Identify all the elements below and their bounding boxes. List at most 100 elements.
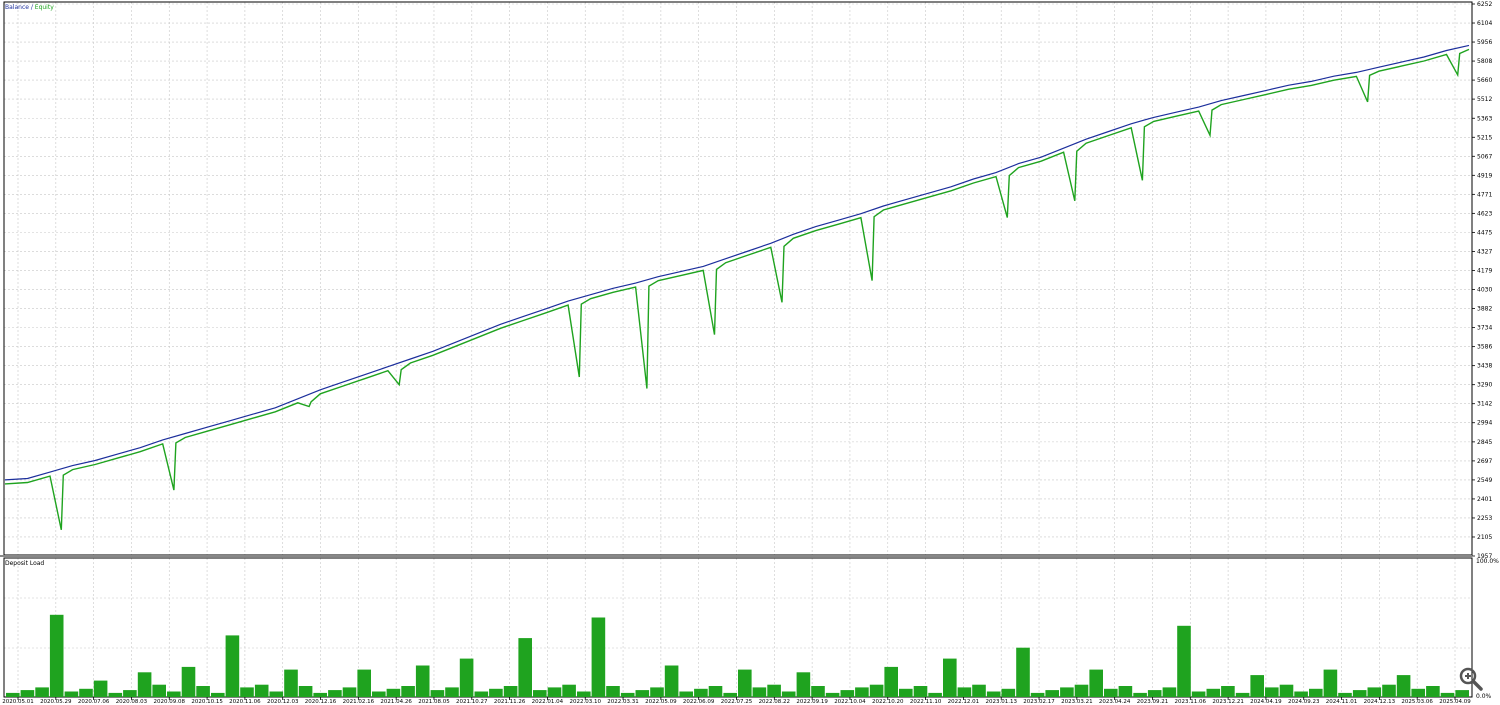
deposit-load-bar — [1177, 625, 1191, 697]
deposit-load-bar — [20, 690, 35, 697]
deposit-load-bar — [796, 672, 811, 697]
deposit-load-bar — [1323, 669, 1338, 697]
x-tick-label: 2022.09.19 — [796, 699, 828, 705]
deposit-load-bar — [840, 690, 855, 697]
deposit-load-bar — [1118, 686, 1133, 697]
y-tick-label: 5956 — [1477, 39, 1492, 46]
x-tick-label: 2022.11.10 — [910, 699, 942, 705]
deposit-load-bar — [35, 687, 49, 697]
deposit-load-bar — [459, 658, 474, 697]
deposit-load-bar — [1367, 687, 1382, 697]
deposit-load-bar — [723, 692, 737, 697]
deposit-load-bar — [49, 614, 64, 697]
deposit-load-bar — [225, 635, 240, 697]
y-tick-label: 2401 — [1477, 496, 1492, 503]
x-tick-label: 2020.10.15 — [191, 699, 223, 705]
y-tick-label: 5660 — [1477, 77, 1492, 84]
deposit-load-bar — [196, 686, 210, 697]
y-tick-label: 6252 — [1477, 1, 1492, 8]
deposit-load-bar — [1045, 690, 1059, 697]
deposit-load-bar — [298, 686, 313, 697]
y-tick-label: 4475 — [1477, 229, 1492, 236]
y-tick-label: 4327 — [1477, 248, 1492, 255]
x-tick-label: 2020.08.03 — [116, 699, 148, 705]
x-tick-label: 2025.04.09 — [1439, 699, 1471, 705]
deposit-load-bar — [152, 684, 166, 697]
balance-series — [4, 44, 1470, 481]
zoom-icon[interactable] — [1457, 665, 1485, 693]
x-tick-label: 2022.10.20 — [872, 699, 904, 705]
deposit-load-bar — [825, 692, 840, 697]
deposit-load-bar — [1235, 692, 1250, 697]
deposit-load-bar — [211, 692, 225, 697]
deposit-load-bar — [357, 669, 371, 697]
chart: 6252 6104 5956 5808 5660 5512 5363 5215 5067 4919… — [0, 1, 1499, 705]
deposit-load-bar — [167, 691, 181, 697]
chart-legend: Balance / Equity — [5, 4, 54, 11]
deposit-load-bar — [1309, 688, 1323, 697]
deposit-load-bar — [284, 669, 298, 697]
x-tick-label: 2023.03.21 — [1061, 699, 1093, 705]
deposit-load-bar — [269, 691, 284, 697]
deposit-load-bar — [64, 691, 79, 697]
deposit-load-bar — [650, 687, 664, 697]
deposit-load-bar — [518, 638, 532, 697]
x-tick-label: 2022.08.22 — [759, 699, 791, 705]
deposit-load-bar — [928, 692, 942, 697]
deposit-load-bar — [957, 687, 972, 697]
deposit-load-bar — [6, 692, 20, 697]
deposit-load-bar — [943, 658, 957, 697]
deposit-load-bar — [811, 686, 825, 697]
y-tick-label: 2697 — [1477, 458, 1492, 465]
deposit-load-bar — [328, 690, 342, 697]
x-tick-label: 2023.01.13 — [985, 699, 1017, 705]
deposit-load-label: Deposit Load — [5, 560, 45, 567]
load-y-tick-label: 100.0% — [1476, 558, 1499, 565]
deposit-load-bar — [1133, 692, 1147, 697]
x-tick-label: 2024.04.19 — [1250, 699, 1282, 705]
y-tick-label: 4919 — [1477, 172, 1492, 179]
deposit-load-bar — [1411, 688, 1425, 697]
x-tick-label: 2022.01.04 — [532, 699, 564, 705]
deposit-load-bar — [1162, 687, 1177, 697]
deposit-load-bar — [533, 690, 547, 697]
deposit-load-bar — [401, 686, 415, 697]
main-plot-frame — [3, 1, 1473, 556]
deposit-load-bar — [606, 686, 620, 697]
deposit-load-bar — [1030, 692, 1045, 697]
deposit-load-bar — [767, 684, 781, 697]
deposit-load-bar — [108, 692, 123, 697]
deposit-load-bar — [899, 688, 913, 697]
deposit-load-bar — [1352, 690, 1367, 697]
deposit-load-bar — [181, 666, 196, 697]
x-tick-label: 2020.11.06 — [229, 699, 261, 705]
x-tick-label: 2025.03.06 — [1401, 699, 1433, 705]
main-gridlines — [4, 2, 1472, 555]
y-tick-label: 4179 — [1477, 267, 1492, 274]
deposit-load-bar — [1396, 675, 1411, 697]
balance-line — [4, 44, 1470, 481]
deposit-load-bar — [1440, 692, 1455, 697]
y-tick-label: 3142 — [1477, 401, 1492, 408]
x-tick-label: 2022.06.09 — [683, 699, 715, 705]
y-tick-label: 4771 — [1477, 191, 1492, 198]
deposit-load-bar — [591, 617, 606, 697]
deposit-load-bar — [342, 687, 357, 697]
deposit-load-bar — [620, 692, 635, 697]
deposit-load-bar — [415, 665, 430, 697]
deposit-load-bar — [1104, 688, 1118, 697]
deposit-load-bar — [855, 687, 869, 697]
x-tick-label: 2020.05.29 — [40, 699, 72, 705]
main-frame-rect — [3, 1, 1473, 556]
deposit-load-bar — [123, 690, 137, 697]
x-tick-label: 2024.09.23 — [1288, 699, 1320, 705]
deposit-load-bar — [679, 691, 693, 697]
x-tick-label: 2020.12.03 — [267, 699, 299, 705]
y-tick-label: 5363 — [1477, 115, 1492, 122]
deposit-load-bar — [1016, 647, 1030, 697]
deposit-load-bar — [664, 665, 679, 697]
deposit-load-bar — [562, 684, 576, 697]
x-tick-label: 2022.05.09 — [645, 699, 677, 705]
deposit-load-bar — [752, 687, 767, 697]
y-tick-label: 5067 — [1477, 153, 1492, 160]
